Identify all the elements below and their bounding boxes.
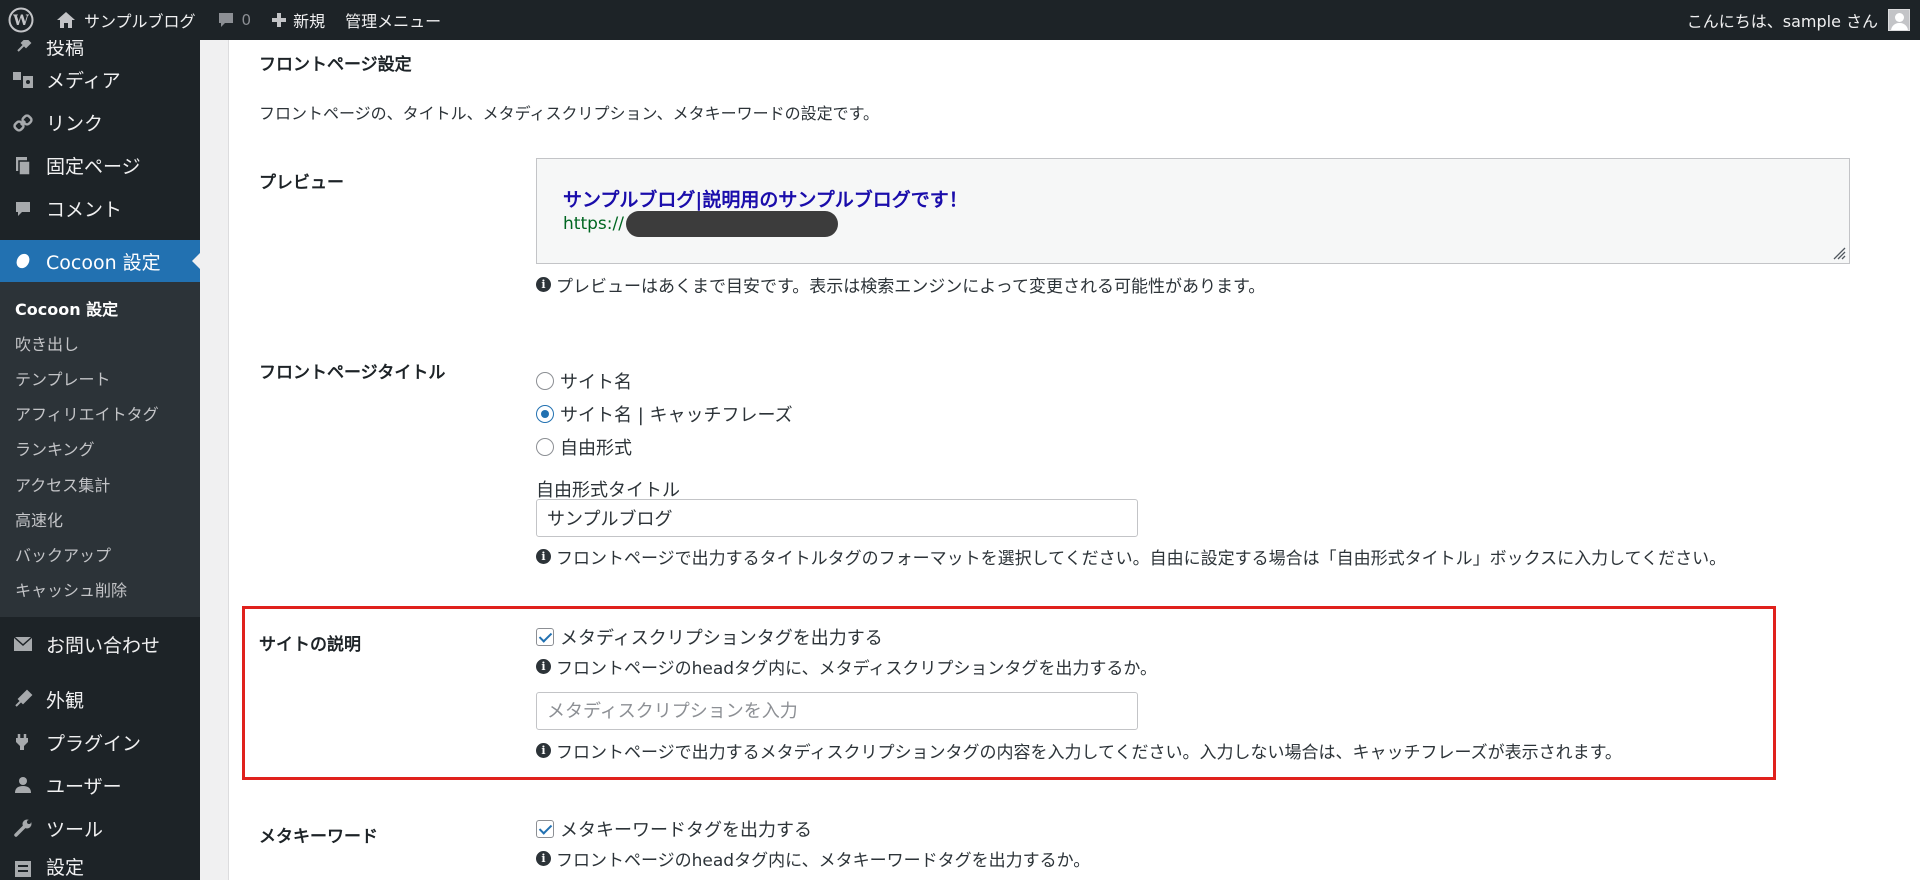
- page-icon: [12, 155, 34, 177]
- radio-button-selected[interactable]: [536, 404, 554, 423]
- sidebar-item-comments[interactable]: コメント: [0, 187, 200, 230]
- info-icon: i: [536, 277, 551, 292]
- comments-count: 0: [241, 11, 252, 29]
- submenu-item-access-stats[interactable]: アクセス集計: [0, 466, 200, 501]
- radio-option-free-form[interactable]: 自由形式: [536, 430, 793, 463]
- section-title: フロントページ設定: [259, 55, 412, 75]
- admin-bar: W サンプルブログ 0 新規 管理メニュー こんにちは、sample さん: [0, 0, 1920, 40]
- wordpress-logo-icon[interactable]: W: [0, 0, 46, 40]
- sidebar-item-label: 投稿: [46, 40, 85, 58]
- info-icon: i: [536, 549, 551, 564]
- sidebar-item-appearance[interactable]: 外観: [0, 678, 200, 721]
- sidebar-item-label: リンク: [46, 113, 104, 135]
- sidebar-item-label: ユーザー: [46, 775, 122, 798]
- meta-keywords-checkbox-row[interactable]: メタキーワードタグを出力する: [536, 816, 812, 842]
- mail-icon: [12, 633, 34, 655]
- settings-icon: [12, 858, 34, 880]
- sidebar-item-media[interactable]: メディア: [0, 58, 200, 101]
- sidebar-item-tools[interactable]: ツール: [0, 807, 200, 850]
- submenu-item-template[interactable]: テンプレート: [0, 360, 200, 395]
- sidebar-item-label: Cocoon 設定: [46, 251, 161, 274]
- meta-keywords-label: メタキーワード: [259, 827, 378, 847]
- sidebar-item-pages[interactable]: 固定ページ: [0, 144, 200, 187]
- sidebar-item-label: ツール: [46, 818, 104, 841]
- comments-link[interactable]: 0: [206, 0, 262, 40]
- comment-bubble-icon: [216, 10, 236, 30]
- sidebar-item-label: メディア: [46, 70, 121, 92]
- meta-keywords-note: i フロントページのheadタグ内に、メタキーワードタグを出力するか。: [536, 846, 1090, 871]
- info-icon: i: [536, 851, 551, 866]
- redacted-url: [625, 211, 838, 237]
- sidebar-item-label: プラグイン: [46, 732, 142, 755]
- radio-button[interactable]: [536, 371, 554, 390]
- submenu-item-speedup[interactable]: 高速化: [0, 501, 200, 536]
- checkbox-label: メタキーワードタグを出力する: [560, 820, 812, 841]
- submenu-item-cocoon-settings[interactable]: Cocoon 設定: [0, 290, 200, 325]
- svg-text:W: W: [12, 13, 29, 29]
- cocoon-submenu: Cocoon 設定 吹き出し テンプレート アフィリエイトタグ ランキング アク…: [0, 282, 200, 617]
- preview-title: サンプルブログ|説明用のサンプルブログです！: [563, 189, 968, 211]
- radio-option-site-name-catchphrase[interactable]: サイト名 | キャッチフレーズ: [536, 397, 793, 430]
- media-icon: [12, 69, 34, 91]
- site-name-label: サンプルブログ: [84, 12, 196, 31]
- sidebar-item-label: 設定: [46, 856, 85, 879]
- submenu-item-ranking[interactable]: ランキング: [0, 431, 200, 466]
- front-title-note: i フロントページで出力するタイトルタグのフォーマットを選択してください。自由に…: [536, 544, 1726, 569]
- preview-box: サンプルブログ|説明用のサンプルブログです！ https://: [536, 158, 1850, 264]
- brush-icon: [12, 688, 34, 710]
- radio-label: サイト名 | キャッチフレーズ: [560, 404, 793, 426]
- sidebar-item-label: お問い合わせ: [46, 634, 161, 657]
- submenu-item-backup[interactable]: バックアップ: [0, 536, 200, 571]
- wrench-icon: [12, 817, 34, 839]
- preview-note: i プレビューはあくまで目安です。表示は検索エンジンによって変更される可能性があ…: [536, 272, 1265, 297]
- sidebar-item-links[interactable]: リンク: [0, 101, 200, 144]
- sidebar-item-plugins[interactable]: プラグイン: [0, 721, 200, 764]
- radio-label: サイト名: [560, 371, 632, 393]
- submenu-item-clear-cache[interactable]: キャッシュ削除: [0, 572, 200, 607]
- comment-icon: [12, 198, 34, 220]
- front-title-label: フロントページタイトル: [259, 363, 446, 383]
- preview-note-text: プレビューはあくまで目安です。表示は検索エンジンによって変更される可能性がありま…: [556, 277, 1266, 297]
- section-description: フロントページの、タイトル、メタディスクリプション、メタキーワードの設定です。: [259, 104, 880, 123]
- plugin-icon: [12, 731, 34, 753]
- cocoon-icon: [12, 250, 34, 272]
- new-content-link[interactable]: 新規: [261, 0, 335, 40]
- avatar: [1888, 9, 1910, 31]
- sidebar-item-cocoon-settings[interactable]: Cocoon 設定: [0, 240, 200, 282]
- admin-menu-link[interactable]: 管理メニュー: [335, 0, 451, 40]
- account-link[interactable]: こんにちは、sample さん: [1677, 0, 1920, 40]
- sidebar-item-label: 外観: [46, 689, 85, 712]
- radio-label: 自由形式: [560, 437, 632, 459]
- pin-icon: [12, 40, 34, 57]
- meta-keywords-note-text: フロントページのheadタグ内に、メタキーワードタグを出力するか。: [556, 851, 1091, 871]
- link-icon: [12, 112, 34, 134]
- sidebar-item-contact[interactable]: お問い合わせ: [0, 623, 200, 666]
- admin-menu-label: 管理メニュー: [345, 12, 442, 31]
- new-label: 新規: [293, 12, 326, 31]
- sidebar-item-posts[interactable]: 投稿: [0, 40, 200, 58]
- home-icon: [56, 10, 76, 30]
- radio-button[interactable]: [536, 437, 554, 456]
- sidebar-item-users[interactable]: ユーザー: [0, 764, 200, 807]
- free-title-input[interactable]: [536, 499, 1138, 537]
- admin-sidebar: 投稿 メディア リンク 固定ページ コメント Cocoon 設定 Cocoon …: [0, 40, 200, 880]
- greeting-text: こんにちは、sample さん: [1686, 12, 1878, 31]
- highlight-box: [242, 606, 1776, 780]
- preview-url: https://: [563, 211, 838, 237]
- sidebar-item-label: コメント: [46, 199, 123, 221]
- meta-keywords-checkbox[interactable]: [536, 820, 554, 838]
- site-name-link[interactable]: サンプルブログ: [46, 0, 206, 40]
- submenu-item-affiliate-tag[interactable]: アフィリエイトタグ: [0, 396, 200, 431]
- front-title-note-text: フロントページで出力するタイトルタグのフォーマットを選択してください。自由に設定…: [556, 549, 1727, 569]
- front-title-radio-group: サイト名 サイト名 | キャッチフレーズ 自由形式: [536, 364, 793, 463]
- sidebar-item-settings[interactable]: 設定: [0, 850, 200, 880]
- submenu-item-balloon[interactable]: 吹き出し: [0, 325, 200, 360]
- preview-url-prefix: https://: [563, 214, 624, 234]
- sidebar-item-label: 固定ページ: [46, 156, 141, 178]
- plus-icon: [271, 12, 287, 28]
- preview-label: プレビュー: [259, 173, 344, 193]
- radio-option-site-name[interactable]: サイト名: [536, 364, 793, 397]
- resize-handle-icon[interactable]: [1832, 246, 1846, 260]
- user-icon: [12, 774, 34, 796]
